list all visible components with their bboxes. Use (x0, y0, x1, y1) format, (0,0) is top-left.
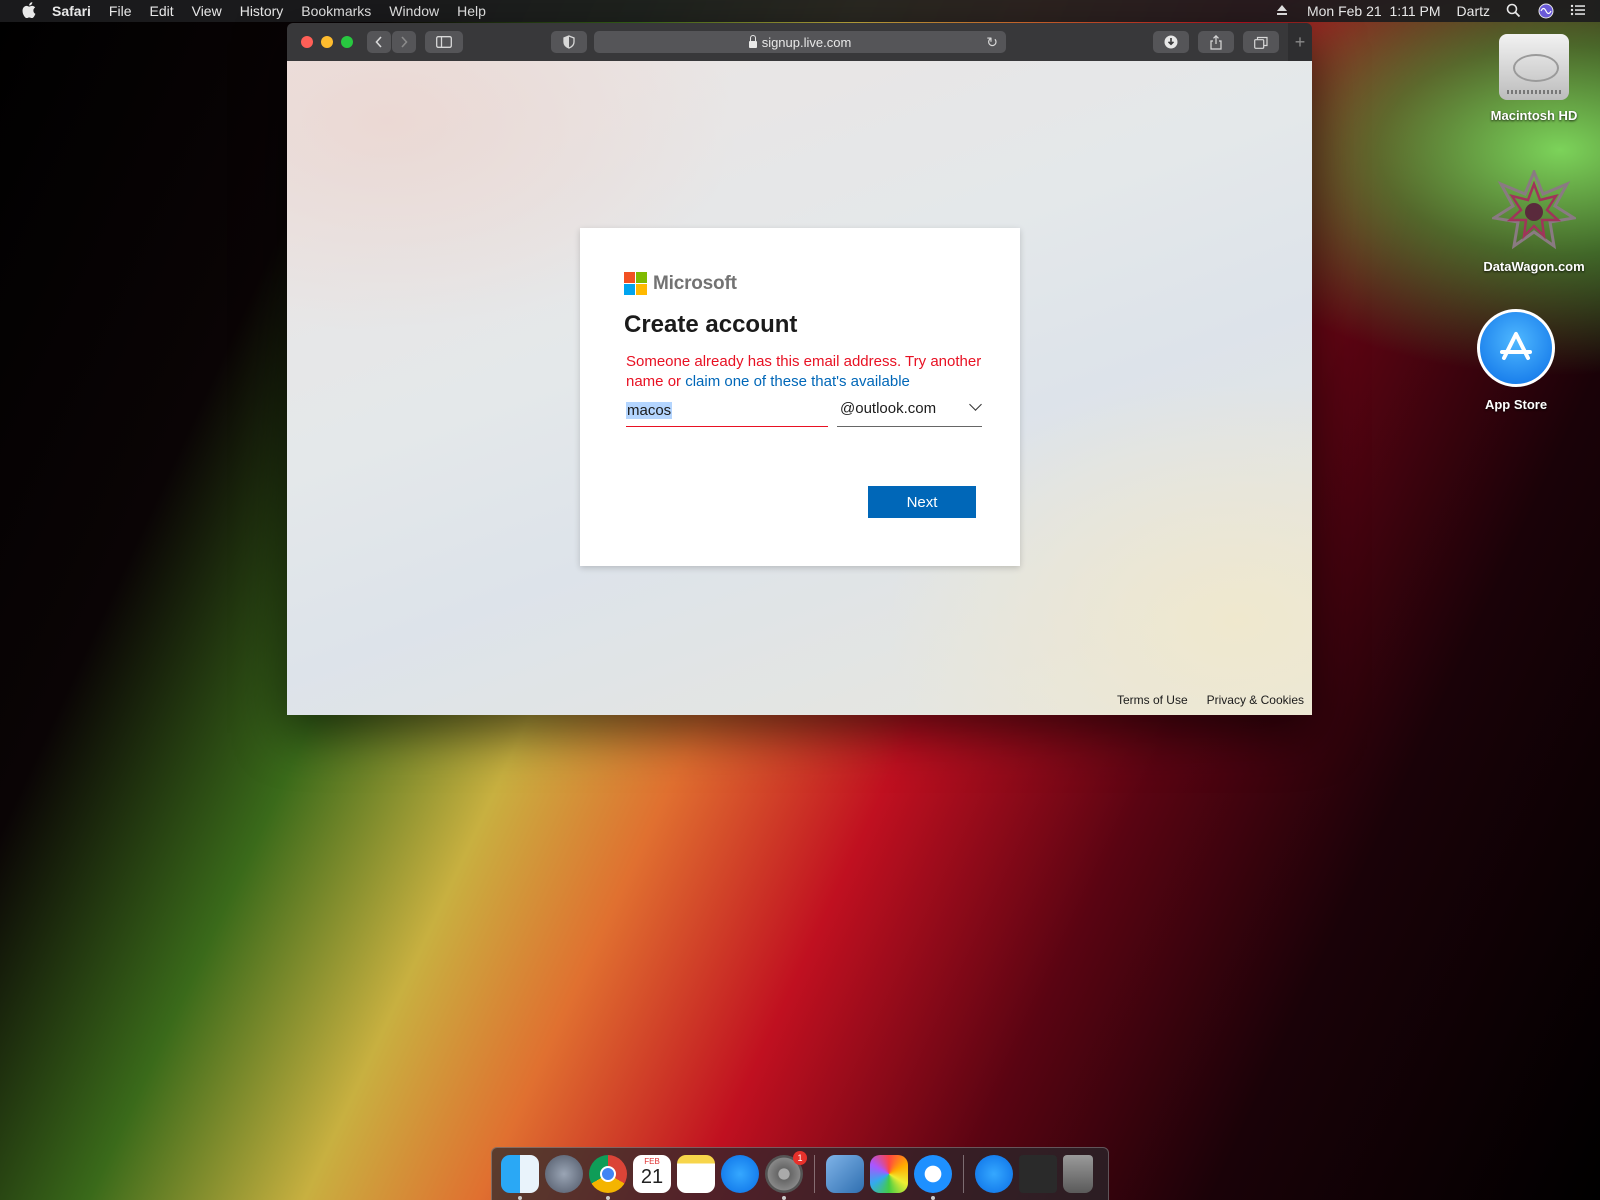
safari-toolbar: signup.live.com ↻ + (287, 23, 1312, 62)
plus-icon: + (1294, 31, 1306, 52)
desktop-icon-label: App Store (1484, 397, 1548, 412)
privacy-report-button[interactable] (551, 31, 587, 53)
share-button[interactable] (1198, 31, 1234, 53)
domain-select[interactable]: @outlook.com (837, 394, 982, 427)
username-field[interactable]: macos (626, 396, 828, 427)
chevron-down-icon (969, 398, 982, 411)
app-store-icon (1477, 309, 1555, 387)
desktop-icon-label: Macintosh HD (1490, 108, 1578, 123)
lock-icon (748, 34, 757, 48)
sidebar-icon (436, 36, 452, 48)
download-icon (1164, 35, 1178, 49)
eject-icon[interactable] (1275, 3, 1291, 19)
menu-clock[interactable]: Mon Feb 21 1:11 PM (1307, 3, 1441, 19)
notification-badge: 1 (793, 1151, 807, 1165)
preview-icon[interactable] (826, 1155, 864, 1193)
new-tab-button[interactable]: + (1288, 23, 1312, 61)
downloads-button[interactable] (1153, 31, 1189, 53)
notes-icon[interactable] (677, 1155, 715, 1193)
app-store-icon[interactable] (975, 1155, 1013, 1193)
menu-edit[interactable]: Edit (149, 3, 173, 19)
desktop-icon-label: DataWagon.com (1483, 259, 1585, 274)
apple-menu-icon[interactable] (20, 2, 38, 20)
signup-card: Microsoft Create account Someone already… (580, 228, 1020, 566)
calendar-day: 21 (640, 1166, 664, 1188)
username-value: macos (626, 402, 673, 419)
screenshot-icon[interactable] (1019, 1155, 1057, 1193)
safari-icon[interactable] (914, 1155, 952, 1200)
desktop-icon-macintosh-hd[interactable]: Macintosh HD (1474, 34, 1594, 123)
calendar-icon[interactable]: FEB 21 (633, 1155, 671, 1193)
dock-separator (963, 1155, 964, 1193)
window-minimize-button[interactable] (321, 36, 333, 48)
menu-view[interactable]: View (192, 3, 222, 19)
menu-help[interactable]: Help (457, 3, 486, 19)
menu-bar: Safari File Edit View History Bookmarks … (0, 0, 1600, 22)
running-indicator (782, 1196, 786, 1200)
siri-icon[interactable] (1538, 3, 1554, 19)
privacy-cookies-link[interactable]: Privacy & Cookies (1207, 693, 1304, 707)
back-button[interactable] (367, 31, 391, 53)
page-footer: Terms of Use Privacy & Cookies (1117, 693, 1304, 707)
window-close-button[interactable] (301, 36, 313, 48)
tab-overview-button[interactable] (1243, 31, 1279, 53)
next-button[interactable]: Next (868, 486, 976, 518)
system-preferences-icon[interactable]: 1 (765, 1151, 807, 1200)
forward-button[interactable] (392, 31, 416, 53)
dock: FEB 21 1 (491, 1147, 1109, 1200)
running-indicator (931, 1196, 935, 1200)
menu-file[interactable]: File (109, 3, 132, 19)
microsoft-logo: Microsoft (624, 272, 737, 295)
address-bar[interactable]: signup.live.com ↻ (594, 31, 1006, 53)
menu-bookmarks[interactable]: Bookmarks (301, 3, 371, 19)
running-indicator (518, 1196, 522, 1200)
photos-icon[interactable] (870, 1155, 908, 1193)
notification-center-icon[interactable] (1570, 3, 1586, 19)
menu-app-name[interactable]: Safari (52, 3, 91, 19)
app-store-icon[interactable] (721, 1155, 759, 1193)
hard-drive-icon (1499, 34, 1569, 100)
window-zoom-button[interactable] (341, 36, 353, 48)
terms-of-use-link[interactable]: Terms of Use (1117, 693, 1188, 707)
launchpad-icon[interactable] (545, 1155, 583, 1193)
address-url: signup.live.com (761, 34, 852, 50)
spotlight-search-icon[interactable] (1506, 3, 1522, 19)
finder-icon[interactable] (501, 1155, 539, 1200)
calendar-month: FEB (644, 1157, 660, 1166)
tabs-icon (1254, 36, 1268, 49)
menu-extras: Mon Feb 21 1:11 PM Dartz (1275, 0, 1586, 22)
chevron-left-icon (375, 36, 382, 48)
desktop-icon-datawagon[interactable]: DataWagon.com (1474, 168, 1594, 274)
error-message: Someone already has this email address. … (626, 352, 986, 392)
share-icon (1210, 34, 1222, 50)
trash-icon[interactable] (1063, 1155, 1093, 1193)
shield-icon (563, 35, 575, 49)
claim-available-link[interactable]: claim one of these that's available (685, 373, 910, 390)
brand-name: Microsoft (653, 272, 737, 294)
menu-user[interactable]: Dartz (1457, 3, 1490, 19)
menu-window[interactable]: Window (389, 3, 439, 19)
desktop-icon-app-store[interactable]: App Store (1456, 309, 1576, 412)
menu-history[interactable]: History (240, 3, 284, 19)
sidebar-toggle-button[interactable] (425, 31, 463, 53)
chrome-icon[interactable] (589, 1155, 627, 1200)
safari-window: signup.live.com ↻ + Microsoft Create acc… (287, 23, 1312, 715)
webpage-content: Microsoft Create account Someone already… (287, 61, 1312, 715)
dock-separator (814, 1155, 815, 1193)
chevron-right-icon (401, 36, 408, 48)
page-title: Create account (624, 311, 798, 338)
running-indicator (606, 1196, 610, 1200)
microsoft-logo-icon (624, 272, 647, 295)
datawagon-star-icon (1489, 168, 1579, 250)
reload-icon[interactable]: ↻ (986, 34, 998, 51)
domain-value: @outlook.com (840, 400, 937, 417)
